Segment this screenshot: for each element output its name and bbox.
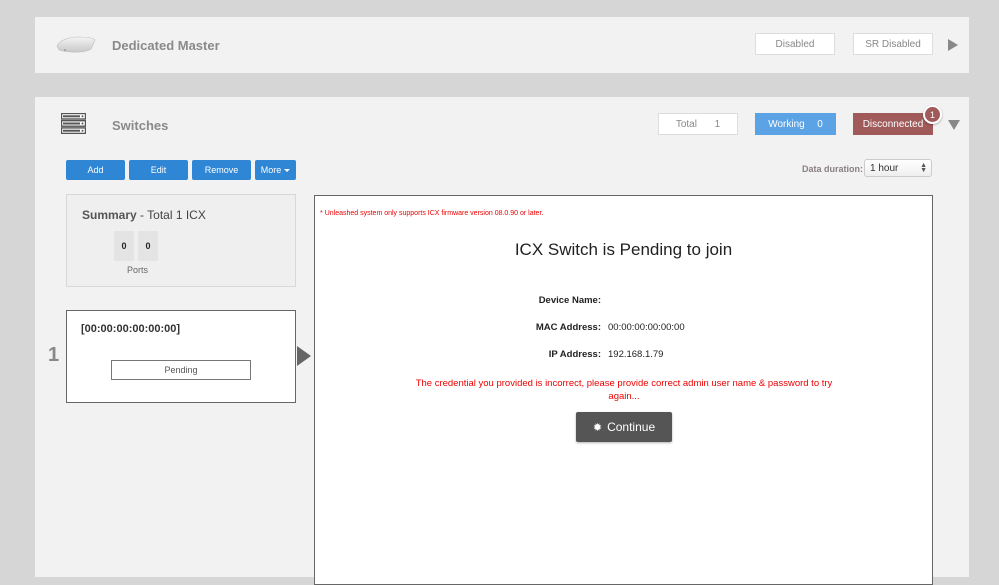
working-count-button[interactable]: Working 0 [755,113,836,135]
total-value: 1 [714,118,721,130]
port-count-box: 0 [138,231,158,261]
disconnected-badge: 1 [923,105,942,124]
dedicated-master-panel: Dedicated Master Disabled SR Disabled [35,17,969,73]
mac-address-label: MAC Address: [535,322,601,333]
device-index: 1 [48,344,60,366]
edit-button[interactable]: Edit [129,160,188,180]
total-label: Total [675,118,697,130]
data-duration-value: 1 hour [870,162,899,174]
sr-status-button[interactable]: SR Disabled [853,33,933,55]
add-button[interactable]: Add [66,160,125,180]
working-label: Working [768,118,805,130]
remove-button[interactable]: Remove [192,160,251,180]
total-count-button[interactable]: Total 1 [658,113,738,135]
device-detail-panel: * Unleashed system only supports ICX fir… [314,195,933,585]
data-duration-select[interactable]: 1 hour ▲ ▼ [864,159,932,177]
device-mac: [00:00:00:00:00:00] [81,323,181,335]
summary-title-bold: Summary [82,208,137,222]
select-spinner-icon: ▲ ▼ [920,162,927,174]
device-card[interactable]: [00:00:00:00:00:00] Pending [66,310,296,403]
ip-address-label: IP Address: [548,349,601,360]
gear-icon: ✹ [592,421,603,434]
continue-label: Continue [607,420,656,434]
detail-title: ICX Switch is Pending to join [514,240,733,259]
disconnected-count-button[interactable]: Disconnected [853,113,933,135]
summary-card: Summary - Total 1 ICX 0 0 Ports [66,194,296,287]
device-name-label: Device Name: [538,295,601,306]
firmware-note: * Unleashed system only supports ICX fir… [320,210,543,217]
working-value: 0 [817,118,823,130]
more-dropdown-button[interactable]: More [255,160,296,180]
summary-title: Summary - Total 1 ICX [82,208,206,222]
expand-arrow-icon[interactable] [948,39,958,51]
switches-title: Switches [112,118,169,133]
selected-pointer-icon [297,346,311,366]
switch-stack-icon [61,113,86,134]
note-marker: * [320,210,323,217]
disconnected-label: Disconnected [862,118,924,130]
switches-panel: Switches Total 1 Working 0 Disconnected … [35,97,969,585]
device-status-badge: Pending [111,360,251,380]
mac-address-value: 00:00:00:00:00:00 [608,322,685,333]
caret-down-icon [284,168,291,172]
credential-error-message: The credential you provided is incorrect… [415,378,833,402]
master-status-button[interactable]: Disabled [755,33,835,55]
ip-address-value: 192.168.1.79 [608,349,664,360]
port-count-box: 0 [114,231,134,261]
access-point-icon [56,36,96,53]
ports-label: Ports [127,265,149,275]
data-duration-label: Data duration: [802,164,864,174]
collapse-arrow-icon[interactable] [948,120,960,130]
firmware-note-text: Unleashed system only supports ICX firmw… [324,210,544,217]
more-label: More [260,165,282,175]
continue-button[interactable]: ✹ Continue [576,412,672,442]
summary-title-rest: - Total 1 ICX [136,208,206,222]
dedicated-master-title: Dedicated Master [112,38,220,53]
